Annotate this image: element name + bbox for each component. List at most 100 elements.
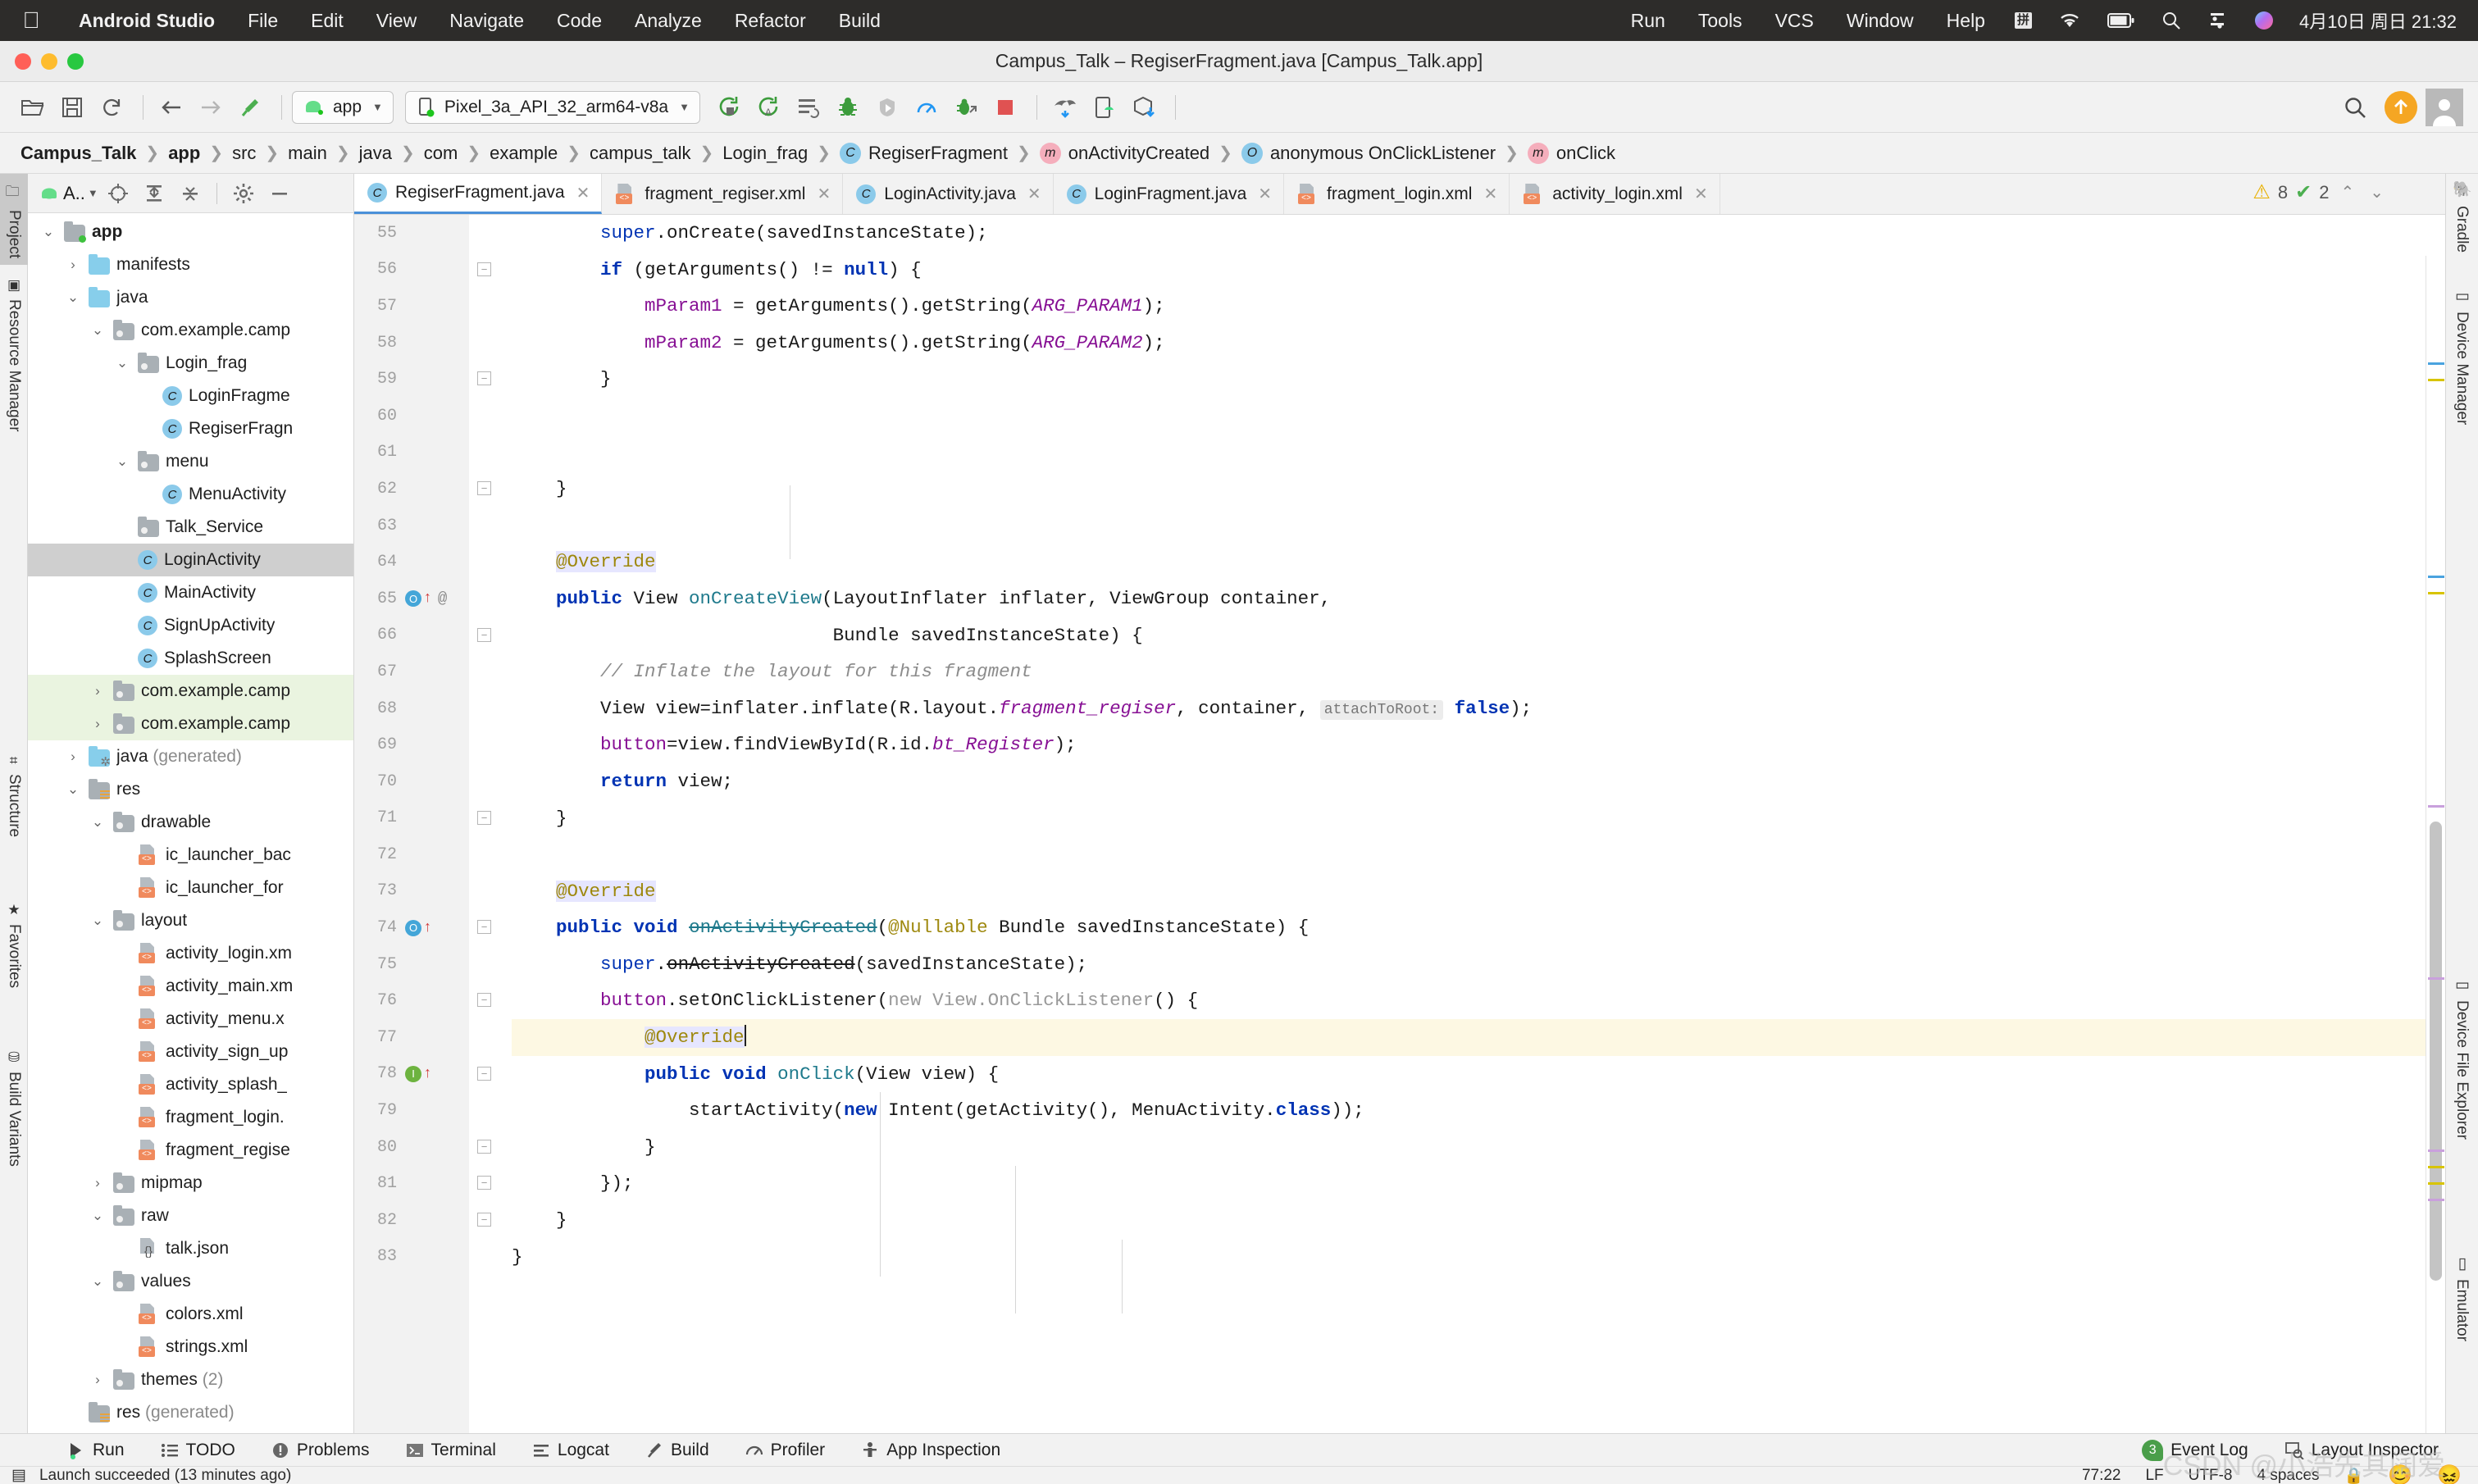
gutter-line[interactable]: 66 xyxy=(354,617,469,654)
bottom-item-problems[interactable]: Problems xyxy=(253,1441,388,1460)
breadcrumb-item-src[interactable]: src xyxy=(226,143,262,164)
breadcrumb-item-anonymous-onclicklistener[interactable]: O anonymous OnClickListener xyxy=(1236,142,1501,164)
profiler-gauge-icon[interactable] xyxy=(909,89,945,125)
tree-item[interactable]: › manifests xyxy=(28,248,353,281)
user-avatar-icon[interactable] xyxy=(2426,88,2463,126)
tree-item[interactable]: › com.example.camp xyxy=(28,708,353,740)
gutter-line[interactable]: 56 xyxy=(354,252,469,289)
debug-icon[interactable] xyxy=(830,89,866,125)
gutter-line[interactable]: 61 xyxy=(354,435,469,471)
tree-item[interactable]: ⌄ res xyxy=(28,773,353,806)
bottom-item-event-log[interactable]: 3 Event Log xyxy=(2124,1439,2266,1461)
chevron-down-icon[interactable]: ⌄ xyxy=(89,1208,107,1224)
menu-file[interactable]: File xyxy=(231,10,294,32)
tree-item[interactable]: <> ic_launcher_for xyxy=(28,872,353,904)
chevron-right-icon[interactable]: › xyxy=(64,749,82,765)
open-folder-icon[interactable] xyxy=(15,89,51,125)
editor-tab[interactable]: C RegiserFragment.java ✕ xyxy=(354,174,603,214)
tree-item[interactable]: › java (generated) xyxy=(28,740,353,773)
locate-icon[interactable] xyxy=(102,177,134,210)
code-line[interactable]: } xyxy=(512,1129,2445,1166)
tree-item[interactable]: ⌄ app xyxy=(28,216,353,248)
tree-item[interactable]: res (generated) xyxy=(28,1396,353,1429)
gutter-line[interactable]: 63 xyxy=(354,508,469,544)
tree-item[interactable]: <> ic_launcher_bac xyxy=(28,839,353,872)
gutter-line[interactable]: 65 O ↑ @ xyxy=(354,580,469,617)
code-line[interactable]: super.onCreate(savedInstanceState); xyxy=(512,215,2445,252)
menu-help[interactable]: Help xyxy=(1930,10,2002,32)
update-available-icon[interactable] xyxy=(2385,90,2417,124)
breadcrumb-item-java[interactable]: java xyxy=(353,143,398,164)
sidebar-item-structure[interactable]: ⌗ Structure xyxy=(0,748,28,844)
breadcrumb-item-campus-talk[interactable]: Campus_Talk xyxy=(15,143,142,164)
code-line[interactable]: } xyxy=(512,800,2445,837)
gutter-line[interactable]: 71 xyxy=(354,800,469,837)
code-line[interactable]: Bundle savedInstanceState) { xyxy=(512,617,2445,654)
debug-attach-icon[interactable] xyxy=(948,89,984,125)
collapse-icon[interactable]: − xyxy=(477,920,491,935)
caret-position[interactable]: 77:22 xyxy=(2082,1467,2121,1484)
chevron-down-icon[interactable]: ⌄ xyxy=(64,781,82,798)
code-line[interactable]: if (getArguments() != null) { xyxy=(512,252,2445,289)
editor-gutter[interactable]: 55 56 57 58 59 60 61 62 63 64 65 O ↑ @66 67 68 69 70 71 72 7… xyxy=(354,215,469,1433)
chevron-down-icon[interactable]: ⌄ xyxy=(89,913,107,929)
close-icon[interactable]: ✕ xyxy=(573,183,590,203)
code-line[interactable]: @Override xyxy=(512,1019,2445,1056)
breadcrumb-item-onclick[interactable]: m onClick xyxy=(1522,142,1621,164)
project-view-selector[interactable]: A.. ▼ xyxy=(39,183,98,204)
tree-item[interactable]: <> activity_main.xm xyxy=(28,970,353,1003)
collapse-icon[interactable]: − xyxy=(477,371,491,386)
bottom-item-layout-inspector[interactable]: Layout Inspector xyxy=(2266,1441,2457,1460)
sidebar-item-project[interactable]: 🗀 Project xyxy=(0,174,28,266)
gutter-line[interactable]: 55 xyxy=(354,215,469,252)
editor-tab-bar[interactable]: C RegiserFragment.java ✕ <> fragment_regiser… xyxy=(354,174,2445,215)
feedback-happy-icon[interactable]: 😊 xyxy=(2388,1464,2412,1484)
code-line[interactable]: @Override xyxy=(512,544,2445,580)
gutter-line[interactable]: 74 O ↑ xyxy=(354,909,469,946)
error-stripe[interactable] xyxy=(2426,256,2445,1433)
code-line[interactable]: View view=inflater.inflate(R.layout.frag… xyxy=(512,690,2445,727)
code-line[interactable]: // Inflate the layout for this fragment xyxy=(512,653,2445,690)
tree-item[interactable]: › themes (2) xyxy=(28,1363,353,1396)
code-line[interactable]: public void onClick(View view) { xyxy=(512,1056,2445,1093)
gutter-line[interactable]: 67 xyxy=(354,653,469,690)
gutter-line[interactable]: 83 xyxy=(354,1239,469,1276)
feedback-sad-icon[interactable]: 😖 xyxy=(2437,1464,2462,1484)
menu-vcs[interactable]: VCS xyxy=(1759,10,1830,32)
gradle-sync-icon[interactable] xyxy=(1047,89,1083,125)
apply-code-changes-icon[interactable] xyxy=(790,89,827,125)
gutter-line[interactable]: 58 xyxy=(354,325,469,362)
close-icon[interactable]: ✕ xyxy=(1480,184,1497,204)
tree-item[interactable]: <> activity_sign_up xyxy=(28,1036,353,1068)
gutter-line[interactable]: 57 xyxy=(354,288,469,325)
sidebar-item-build-variants[interactable]: ⛁ Build Variants xyxy=(0,1043,28,1173)
project-tree[interactable]: ⌄ app › manifests ⌄ java ⌄ com.example.camp ⌄ Log… xyxy=(28,213,353,1433)
breadcrumb-item-example[interactable]: example xyxy=(484,143,563,164)
device-selector[interactable]: Pixel_3a_API_32_arm64-v8a ▼ xyxy=(404,90,700,124)
chevron-down-icon[interactable]: ⌄ xyxy=(113,453,131,470)
search-icon[interactable] xyxy=(2337,89,2373,125)
code-line[interactable]: } xyxy=(512,1202,2445,1239)
menu-run[interactable]: Run xyxy=(1615,10,1682,32)
tree-item[interactable]: <> fragment_login. xyxy=(28,1101,353,1134)
menu-edit[interactable]: Edit xyxy=(294,10,360,32)
bottom-item-logcat[interactable]: Logcat xyxy=(514,1441,627,1460)
hide-icon[interactable] xyxy=(263,177,296,210)
menu-code[interactable]: Code xyxy=(540,10,618,32)
collapse-icon[interactable]: − xyxy=(477,810,491,825)
bottom-item-profiler[interactable]: Profiler xyxy=(727,1441,844,1460)
gutter-line[interactable]: 73 xyxy=(354,873,469,910)
inspection-widget[interactable]: ⚠ 8 ✔ 2 ⌃ ⌄ xyxy=(2253,180,2388,204)
code-line[interactable]: } xyxy=(512,1239,2445,1276)
gutter-line[interactable]: 70 xyxy=(354,763,469,800)
chevron-down-icon[interactable]: ⌄ xyxy=(2366,182,2388,203)
tree-item[interactable]: C MenuActivity xyxy=(28,478,353,511)
code-line[interactable]: mParam1 = getArguments().getString(ARG_P… xyxy=(512,288,2445,325)
gutter-line[interactable]: 60 xyxy=(354,398,469,435)
menu-build[interactable]: Build xyxy=(822,10,897,32)
back-arrow-icon[interactable] xyxy=(153,89,189,125)
sdk-manager-icon[interactable] xyxy=(1126,89,1162,125)
collapse-icon[interactable]: − xyxy=(477,481,491,496)
chevron-right-icon[interactable]: › xyxy=(89,683,107,699)
code-line[interactable]: } xyxy=(512,471,2445,508)
